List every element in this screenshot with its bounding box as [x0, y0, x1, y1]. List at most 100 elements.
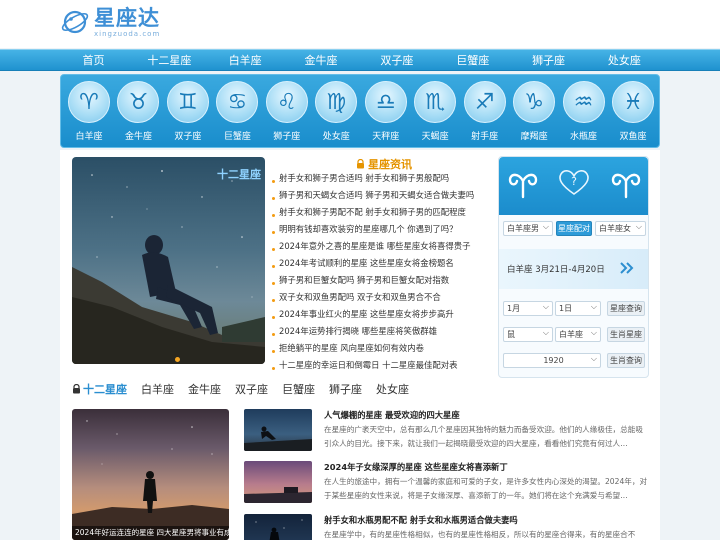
zodiac-band: ♈ 白羊座 ♉ 金牛座 ♊ 双子座 ♋ 巨蟹座 ♌ 狮子座 ♍ 处女座 ♎ 天秤座 ♏ 天蝎座 …: [60, 74, 660, 148]
site-logo[interactable]: 星座达 xingzuoda.com: [60, 6, 160, 38]
article-item[interactable]: 射手女和水瓶男配不配 射手女和水瓶男适合做夫妻吗 在星座学中，有的星座性格相似，…: [244, 514, 649, 540]
hero-banner[interactable]: 十二星座: [72, 157, 265, 364]
nav-item-twelve-signs[interactable]: 十二星座: [132, 50, 207, 72]
zodiac-label: 水瓶座: [570, 132, 598, 142]
news-item[interactable]: 2024年意外之喜的星座是谁 哪些星座女将喜得贵子: [272, 241, 470, 251]
news-list: 射手女和狮子男合适吗 射手女和狮子男般配吗 狮子男和天蝎女合适吗 狮子男和天蝎女…: [272, 170, 500, 374]
news-item[interactable]: 射手女和狮子男配不配 射手女和狮子男的匹配程度: [272, 207, 466, 217]
tab-gemini[interactable]: 双子座: [235, 381, 268, 397]
zodiac-item-aries[interactable]: ♈ 白羊座: [66, 81, 112, 142]
nav-item-gemini[interactable]: 双子座: [359, 50, 434, 72]
news-item[interactable]: 2024年事业红火的星座 这些星座女将步步高升: [272, 309, 454, 319]
zodiac-label: 双子座: [174, 132, 202, 142]
zodiac-item-pisces[interactable]: ♓ 双鱼座: [610, 81, 656, 142]
shengxiao-sign-button[interactable]: 生肖星座: [607, 327, 645, 342]
zodiac-label: 白羊座: [75, 132, 103, 142]
zodiac-item-leo[interactable]: ♌ 狮子座: [264, 81, 310, 142]
milky-way-image: [72, 420, 229, 540]
libra-icon: ♎: [364, 81, 407, 123]
news-item[interactable]: 2024年考试顺利的星座 这些星座女将金榜题名: [272, 258, 454, 268]
news-item[interactable]: 狮子男和巨蟹女配吗 狮子男和巨蟹女配对指数: [272, 275, 449, 285]
main-nav: 首页 十二星座 白羊座 金牛座 双子座 巨蟹座 狮子座 处女座: [0, 49, 720, 71]
aries-male-icon: [508, 173, 538, 199]
featured-article-image[interactable]: 2024年好运连连的星座 四大星座男将事业有成: [72, 409, 229, 540]
featured-caption: 2024年好运连连的星座 四大星座男将事业有成: [72, 526, 229, 540]
news-item[interactable]: 双子女和双鱼男配吗 双子女和双鱼男合不合: [272, 292, 441, 302]
article-title: 射手女和水瓶男配不配 射手女和水瓶男适合做夫妻吗: [324, 515, 518, 525]
double-chevron-right-icon[interactable]: [619, 261, 635, 275]
zodiac-item-virgo[interactable]: ♍ 处女座: [313, 81, 359, 142]
zodiac-label: 天秤座: [372, 132, 400, 142]
nav-item-virgo[interactable]: 处女座: [587, 50, 662, 72]
zodiac-label: 处女座: [322, 132, 350, 142]
article-thumbnail: [244, 409, 312, 451]
scorpio-icon: ♏: [414, 81, 457, 123]
zodiac-item-taurus[interactable]: ♉ 金牛座: [115, 81, 161, 142]
month-select[interactable]: 1月: [503, 300, 553, 316]
site-name: 星座达: [94, 6, 160, 30]
zodiac-item-gemini[interactable]: ♊ 双子座: [165, 81, 211, 142]
zodiac-sign-select[interactable]: 白羊座: [555, 326, 601, 342]
sign-date-range: 白羊座 3月21日-4月20日: [507, 265, 605, 275]
nav-item-home[interactable]: 首页: [56, 50, 131, 72]
zodiac-item-libra[interactable]: ♎ 天秤座: [363, 81, 409, 142]
sign-tabs: 十二星座 白羊座 金牛座 双子座 巨蟹座 狮子座 处女座: [72, 381, 423, 397]
year-select[interactable]: 1920: [503, 352, 601, 368]
carousel-indicator[interactable]: [175, 357, 180, 362]
zodiac-item-sagittarius[interactable]: ♐ 射手座: [462, 81, 508, 142]
article-thumbnail: [244, 461, 312, 503]
news-item[interactable]: 狮子男和天蝎女合适吗 狮子男和天蝎女适合做夫妻吗: [272, 190, 474, 200]
aquarius-icon: ♒: [562, 81, 605, 123]
heart-question-icon: ?: [559, 170, 589, 195]
zodiac-label: 巨蟹座: [223, 132, 251, 142]
tab-twelve-signs[interactable]: 十二星座: [83, 381, 127, 397]
nav-item-cancer[interactable]: 巨蟹座: [435, 50, 510, 72]
article-summary: 在星座的广袤天空中，总有那么几个星座因其独特的魅力而备受欢迎。他们的人缘极佳，总…: [324, 425, 643, 448]
pisces-icon: ♓: [611, 81, 654, 123]
news-item[interactable]: 明明有钱却喜欢装穷的星座哪几个 你遇到了吗？: [272, 224, 458, 234]
virgo-icon: ♍: [315, 81, 358, 123]
news-item[interactable]: 射手女和狮子男合适吗 射手女和狮子男般配吗: [272, 173, 449, 183]
tab-aries[interactable]: 白羊座: [141, 381, 174, 397]
news-item[interactable]: 十二星座的幸运日和倒霉日 十二星座最佳配对表: [272, 360, 458, 370]
site-domain: xingzuoda.com: [94, 30, 161, 38]
taurus-icon: ♉: [117, 81, 160, 123]
tab-taurus[interactable]: 金牛座: [188, 381, 221, 397]
gemini-icon: ♊: [166, 81, 209, 123]
nav-item-leo[interactable]: 狮子座: [511, 50, 586, 72]
zodiac-label: 天蝎座: [421, 132, 449, 142]
article-item[interactable]: 人气爆棚的星座 最受欢迎的四大星座 在星座的广袤天空中，总有那么几个星座因其独特…: [244, 409, 649, 453]
cancer-icon: ♋: [216, 81, 259, 123]
article-title: 人气爆棚的星座 最受欢迎的四大星座: [324, 410, 460, 420]
zodiac-item-scorpio[interactable]: ♏ 天蝎座: [412, 81, 458, 142]
article-summary: 在人生的旅途中，拥有一个温馨的家庭和可爱的子女，是许多女性内心深处的渴望。202…: [324, 477, 648, 500]
zodiac-label: 射手座: [471, 132, 499, 142]
tab-virgo[interactable]: 处女座: [376, 381, 409, 397]
site-header: 星座达 xingzuoda.com: [0, 0, 720, 48]
day-select[interactable]: 1日: [555, 300, 601, 316]
male-sign-select[interactable]: 白羊座男: [503, 220, 553, 236]
zodiac-label: 双鱼座: [619, 132, 647, 142]
news-item[interactable]: 2024年运势排行揭晓 哪些星座将笑傲群雄: [272, 326, 437, 336]
article-item[interactable]: 2024年子女缘深厚的星座 这些星座女将喜添新丁 在人生的旅途中，拥有一个温馨的…: [244, 461, 649, 505]
pair-button[interactable]: 星座配对: [556, 221, 592, 236]
main-content: 十二星座 星座资讯 射手女和狮子男合适吗 射手女和狮子男般配吗 狮子男和天蝎女合…: [60, 150, 660, 540]
aries-icon: ♈: [68, 81, 110, 123]
zodiac-label: 金牛座: [124, 132, 152, 142]
zodiac-item-aquarius[interactable]: ♒ 水瓶座: [561, 81, 607, 142]
news-item[interactable]: 拒绝躺平的星座 风向星座如何有效内卷: [272, 343, 424, 353]
nav-item-taurus[interactable]: 金牛座: [284, 50, 359, 72]
zodiac-item-capricorn[interactable]: ♑ 摩羯座: [511, 81, 557, 142]
shengxiao-query-button[interactable]: 生肖查询: [607, 353, 645, 368]
lock-icon: [73, 384, 80, 394]
sign-query-button[interactable]: 星座查询: [607, 301, 645, 316]
leo-icon: ♌: [265, 81, 308, 123]
pairing-banner: ?: [499, 157, 648, 215]
tab-leo[interactable]: 狮子座: [329, 381, 362, 397]
nav-item-aries[interactable]: 白羊座: [208, 50, 283, 72]
zodiac-item-cancer[interactable]: ♋ 巨蟹座: [214, 81, 260, 142]
tab-cancer[interactable]: 巨蟹座: [282, 381, 315, 397]
zodiac-animal-select[interactable]: 鼠: [503, 326, 553, 342]
female-sign-select[interactable]: 白羊座女: [595, 220, 646, 236]
hero-tag: 十二星座: [217, 168, 261, 181]
